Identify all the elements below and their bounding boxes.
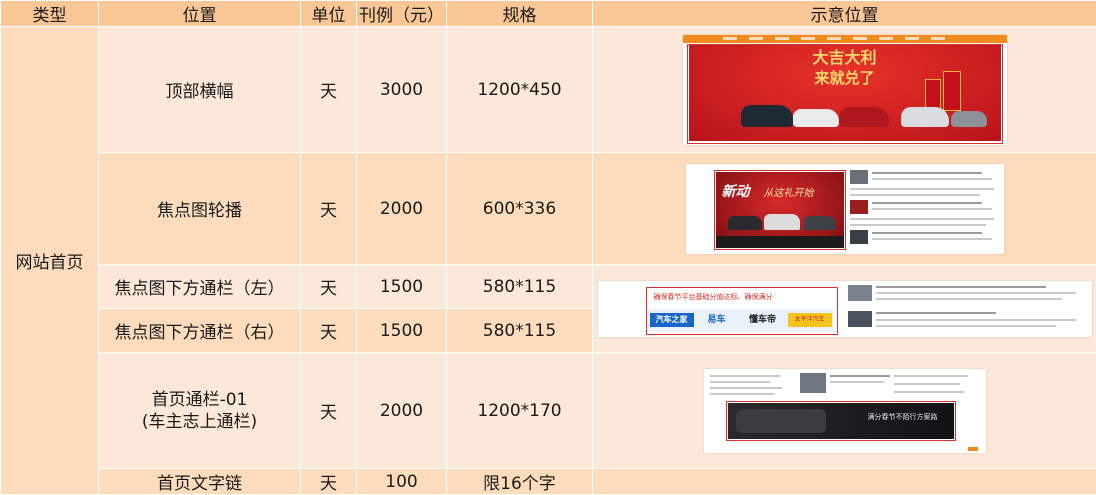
preview-cell-empty <box>593 469 1096 495</box>
spec-cell: 限16个字 <box>447 469 593 495</box>
position-cell: 首页通栏-01 (车主志上通栏) <box>99 353 301 469</box>
header-price: 刊例（元） <box>357 1 447 27</box>
header-type: 类型 <box>1 1 99 27</box>
position-cell: 焦点图轮播 <box>99 153 301 265</box>
preview-cell: 满分春节不陌行方案路 <box>593 353 1096 469</box>
spec-cell: 1200*170 <box>447 353 593 469</box>
unit-cell: 天 <box>301 309 357 353</box>
category-cell: 网站首页 <box>1 27 99 495</box>
table-row: 网站首页 顶部横幅 天 3000 1200*450 大吉大利 来就兑了 <box>1 27 1096 153</box>
header-position: 位置 <box>99 1 301 27</box>
through-preview: 满分春节不陌行方案路 <box>704 369 986 453</box>
unit-cell: 天 <box>301 469 357 495</box>
position-cell: 焦点图下方通栏（左） <box>99 265 301 309</box>
highlight-frame <box>726 401 956 441</box>
header-row: 类型 位置 单位 刊例（元） 规格 示意位置 <box>1 1 1096 27</box>
table-row: 首页通栏-01 (车主志上通栏) 天 2000 1200*170 <box>1 353 1096 469</box>
spec-cell: 600*336 <box>447 153 593 265</box>
strip-preview: 确保春节平台基础分值达标、确保满分 汽车之家 易车 懂车帝 太平洋汽车 <box>598 281 1092 337</box>
focus-preview: 新动 从这礼开始 <box>686 164 1004 254</box>
highlight-frame <box>687 44 1003 144</box>
highlight-frame <box>714 170 846 250</box>
spec-cell: 580*115 <box>447 309 593 353</box>
highlight-frame <box>646 287 838 335</box>
table-row: 焦点图轮播 天 2000 600*336 新动 从这礼开始 <box>1 153 1096 265</box>
unit-cell: 天 <box>301 353 357 469</box>
price-cell: 1500 <box>357 265 447 309</box>
table-row: 焦点图下方通栏（左） 天 1500 580*115 确保春节平台基础分值达标、确… <box>1 265 1096 309</box>
preview-cell: 新动 从这礼开始 <box>593 153 1096 265</box>
preview-cell: 确保春节平台基础分值达标、确保满分 汽车之家 易车 懂车帝 太平洋汽车 <box>593 265 1096 353</box>
header-preview: 示意位置 <box>593 1 1096 27</box>
unit-cell: 天 <box>301 265 357 309</box>
position-cell: 焦点图下方通栏（右） <box>99 309 301 353</box>
unit-cell: 天 <box>301 27 357 153</box>
price-cell: 1500 <box>357 309 447 353</box>
position-line-1: 首页通栏-01 <box>99 389 300 411</box>
table-row: 首页文字链 天 100 限16个字 <box>1 469 1096 495</box>
price-cell: 2000 <box>357 153 447 265</box>
position-cell: 顶部横幅 <box>99 27 301 153</box>
ad-rate-table: 类型 位置 单位 刊例（元） 规格 示意位置 网站首页 顶部横幅 天 3000 … <box>0 0 1096 495</box>
spec-cell: 1200*450 <box>447 27 593 153</box>
price-cell: 3000 <box>357 27 447 153</box>
header-unit: 单位 <box>301 1 357 27</box>
banner-preview: 大吉大利 来就兑了 <box>683 35 1007 145</box>
unit-cell: 天 <box>301 153 357 265</box>
spec-cell: 580*115 <box>447 265 593 309</box>
header-spec: 规格 <box>447 1 593 27</box>
position-line-2: (车主志上通栏) <box>99 411 300 433</box>
preview-cell: 大吉大利 来就兑了 <box>593 27 1096 153</box>
price-cell: 100 <box>357 469 447 495</box>
position-cell: 首页文字链 <box>99 469 301 495</box>
price-cell: 2000 <box>357 353 447 469</box>
